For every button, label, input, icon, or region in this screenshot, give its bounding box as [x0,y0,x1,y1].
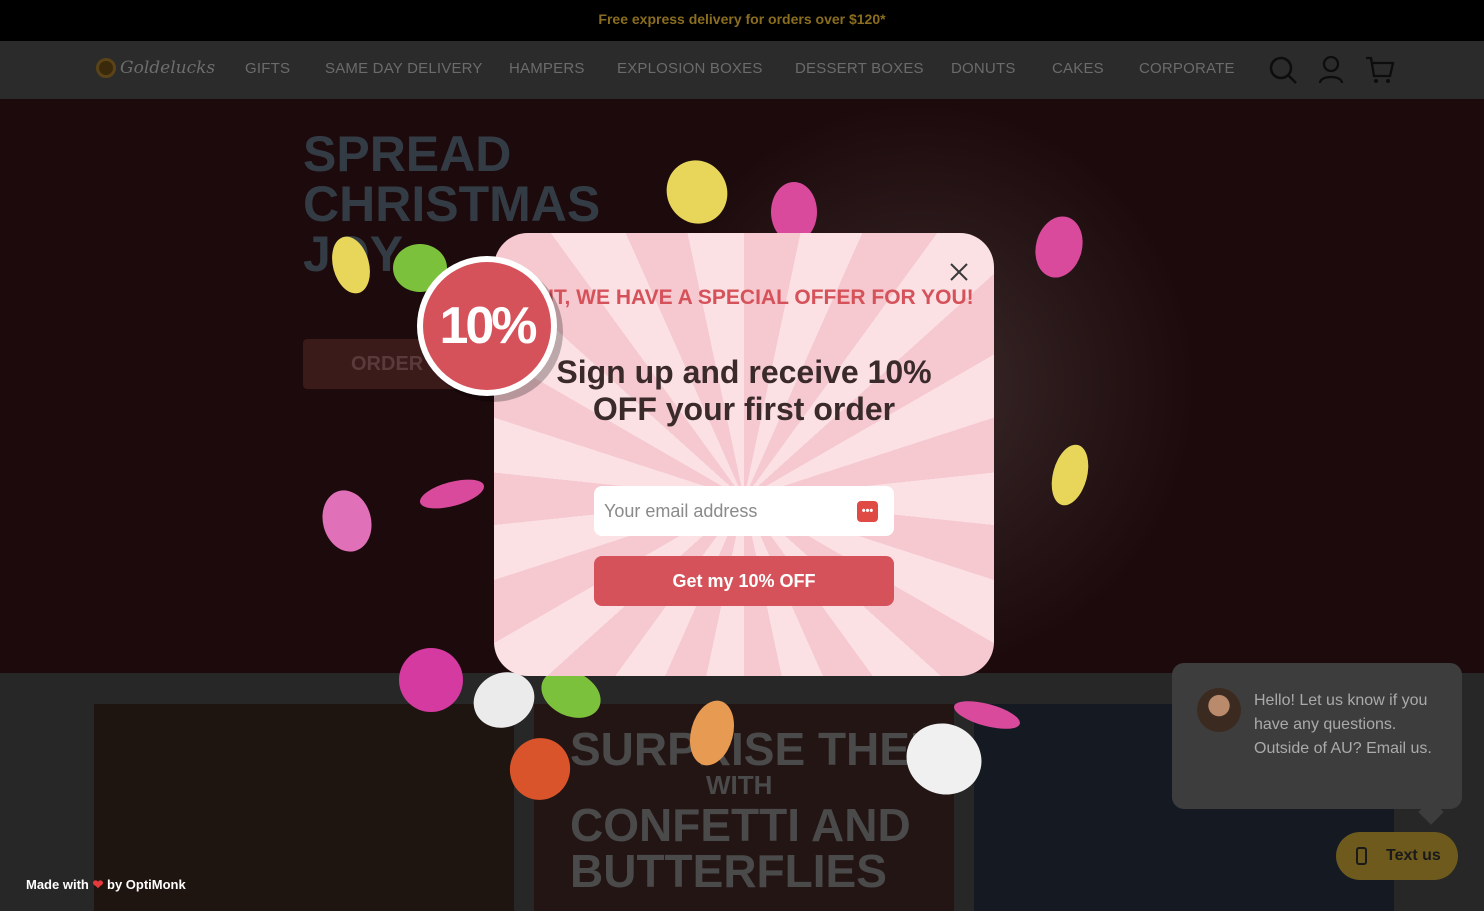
chat-message-text: Hello! Let us know if you have any quest… [1254,692,1432,757]
avatar [1197,688,1241,732]
popup-eyebrow: WAIT, WE HAVE A SPECIAL OFFER FOR YOU! [514,286,974,309]
logo-text: Goldelucks [120,58,216,78]
discount-popup: WAIT, WE HAVE A SPECIAL OFFER FOR YOU! S… [494,233,994,676]
nav-corporate[interactable]: CORPORATE [1139,60,1235,77]
card-heading-with: WITH [706,770,773,800]
category-card-confetti[interactable]: SURPRISE THEM WITH CONFETTI AND BUTTERFL… [534,704,954,911]
candy-decoration [399,648,463,712]
promo-banner: Free express delivery for orders over $1… [0,0,1484,41]
nav-gifts[interactable]: GIFTS [245,60,290,77]
nav-donuts[interactable]: DONUTS [951,60,1016,77]
optimonk-credit[interactable]: Made with ❤ by OptiMonk [26,877,186,893]
text-us-button[interactable]: Text us [1336,832,1458,880]
search-icon[interactable] [1267,54,1299,86]
password-manager-icon[interactable]: ••• [857,501,878,522]
nav-cakes[interactable]: CAKES [1052,60,1104,77]
card-heading-line2: CONFETTI AND BUTTERFLIES [570,799,911,897]
nav-same-day-delivery[interactable]: SAME DAY DELIVERY [325,60,483,77]
heart-icon: ❤ [92,877,104,892]
nav-hampers[interactable]: HAMPERS [509,60,585,77]
nav-explosion-boxes[interactable]: EXPLOSION BOXES [617,60,763,77]
badge-label: 10% [423,262,551,390]
cart-icon[interactable] [1364,54,1396,86]
card-heading-line1: SURPRISE THEM [570,723,949,775]
logo-mark-icon [96,58,116,78]
discount-badge: 10% [417,256,557,396]
optimonk-label: by OptiMonk [107,877,186,892]
nav-dessert-boxes[interactable]: DESSERT BOXES [795,60,924,77]
main-nav: Goldelucks GIFTS SAME DAY DELIVERY HAMPE… [0,41,1484,100]
site-logo[interactable]: Goldelucks [96,58,215,78]
text-us-label: Text us [1386,847,1441,864]
popup-headline: Sign up and receive 10% OFF your first o… [556,354,932,427]
get-discount-button[interactable]: Get my 10% OFF [594,556,894,606]
phone-icon [1356,847,1367,865]
made-with-label: Made with [26,877,89,892]
account-icon[interactable] [1315,54,1347,86]
close-icon[interactable] [947,260,971,284]
email-input[interactable] [594,486,894,536]
